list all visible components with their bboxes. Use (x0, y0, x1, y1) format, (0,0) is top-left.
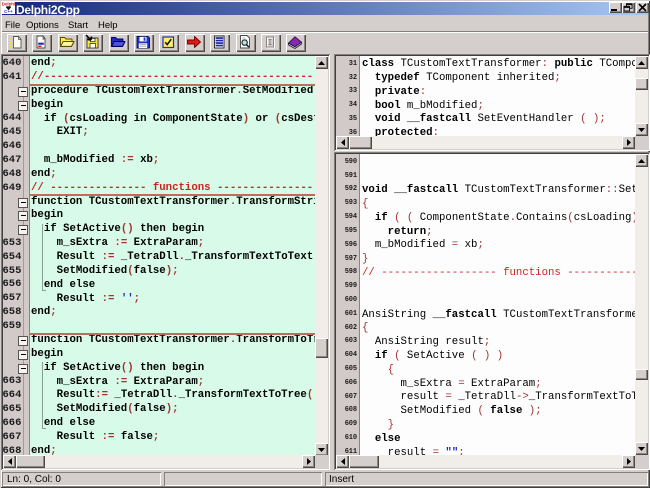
svg-text:Delphi: Delphi (2, 2, 15, 7)
svg-text:C++: C++ (4, 9, 13, 14)
svg-text:?: ? (293, 38, 297, 46)
